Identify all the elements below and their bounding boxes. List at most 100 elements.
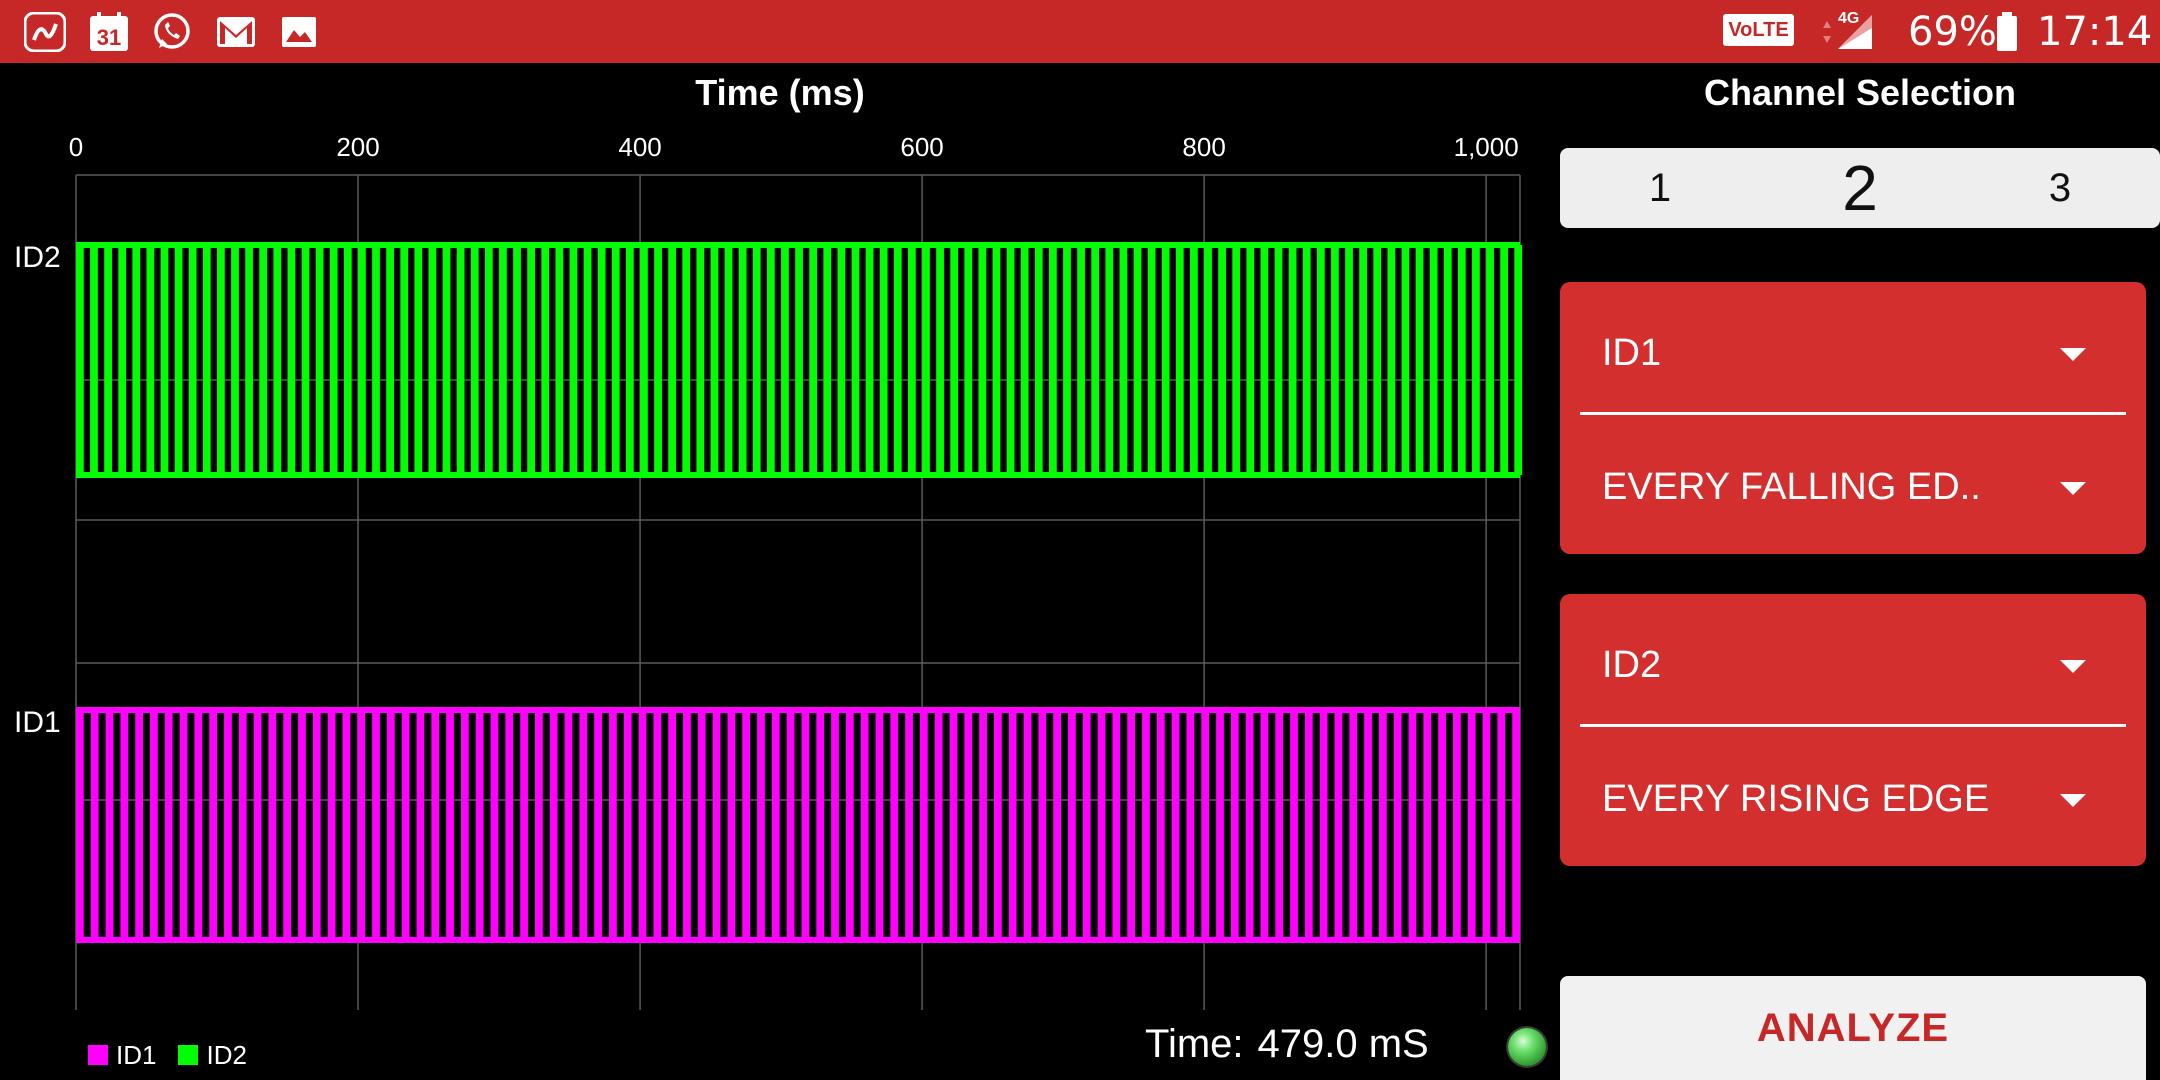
signal-pulse [1467, 710, 1476, 940]
signal-pulse [1127, 710, 1136, 940]
signal-pulse [1364, 710, 1372, 940]
signal-pulse [1359, 245, 1367, 475]
signal-pulse [549, 710, 558, 940]
signal-pulse [555, 245, 564, 475]
signal-pulse [837, 245, 846, 475]
signal-pulse [738, 245, 747, 475]
signal-pulse [146, 245, 155, 475]
signal-pulse [1274, 245, 1283, 475]
channel-card-1: ID1 EVERY FALLING ED.. [1560, 282, 2146, 554]
signal-pulse [816, 710, 825, 940]
gmail-icon [216, 12, 256, 52]
signal-pulse [823, 245, 832, 475]
signal-pulse [890, 710, 899, 940]
signal-pulse [668, 245, 677, 475]
signal-pulse [638, 710, 647, 940]
signal-pulse [1316, 245, 1325, 475]
signal-pulse [287, 245, 296, 475]
signal-pulse [865, 245, 874, 475]
signal-pulse [1175, 245, 1184, 475]
id-dropdown-1[interactable]: ID1 [1560, 304, 2146, 414]
x-tick-label: 200 [336, 132, 379, 162]
signal-pulse [1216, 710, 1224, 940]
signal-pulse [1133, 245, 1142, 475]
signal-pulse [372, 245, 380, 475]
signal-pulse [1423, 710, 1432, 940]
edge-dropdown-1[interactable]: EVERY FALLING ED.. [1560, 438, 2146, 548]
signal-pulse [907, 245, 916, 475]
signal-pulse [1345, 245, 1353, 475]
signal-pulse [1472, 245, 1480, 475]
signal-pulse [683, 710, 691, 940]
signal-pulse [194, 710, 203, 940]
signal-pulse [1112, 710, 1121, 940]
signal-pulse [312, 710, 321, 940]
series-id1 [76, 707, 1520, 943]
signal-pulse [1232, 245, 1241, 475]
signal-pulse [372, 710, 380, 940]
status-bar: 31 VoLTE 4G 69% 17:14 [0, 0, 2160, 63]
signal-pulse [1438, 710, 1446, 940]
edge-dropdown-2[interactable]: EVERY RISING EDGE [1560, 750, 2146, 860]
signal-pulse [535, 710, 543, 940]
id-dropdown-2[interactable]: ID2 [1560, 616, 2146, 726]
signal-pulse [795, 245, 803, 475]
channel-card-2: ID2 EVERY RISING EDGE [1560, 594, 2146, 866]
row-label-id2: ID2 [14, 241, 61, 274]
signal-pulse [470, 245, 479, 475]
time-readout: Time: 479.0 mS [1145, 1022, 1429, 1067]
signal-pulse [579, 710, 588, 940]
signal-pulse [460, 710, 469, 940]
channel-selection-title: Channel Selection [1703, 72, 2017, 113]
signal-pulse [456, 245, 465, 475]
battery-percent: 69% [1908, 9, 1997, 55]
signal-pulse [1038, 710, 1047, 940]
signal-pulse [414, 245, 423, 475]
x-axis-ticks: 0 200 400 600 800 1,000 [69, 132, 1519, 162]
signal-pulse [611, 245, 620, 475]
signal-pulse [1204, 245, 1212, 475]
signal-pulse [490, 710, 499, 940]
chart-series [76, 242, 1523, 943]
x-tick-label: 0 [69, 132, 83, 162]
signal-pulse [569, 245, 578, 475]
signal-pulse [135, 710, 143, 940]
series-id2 [76, 242, 1523, 478]
channel-tab-1[interactable]: 1 [1560, 148, 1760, 228]
signal-pulse [446, 710, 454, 940]
signal-pulse [1147, 245, 1156, 475]
logic-timing-chart[interactable]: 0 200 400 600 800 1,000 ID2 ID1 [0, 110, 1540, 1010]
signal-pulse [238, 710, 247, 940]
volte-indicator: VoLTE [1723, 14, 1794, 46]
signal-pulse [174, 245, 183, 475]
signal-pulse [1063, 245, 1071, 475]
chart-title: Time (ms) [695, 72, 865, 113]
signal-pulse [1049, 245, 1057, 475]
signal-pulse [357, 710, 366, 940]
signal-pulse [431, 710, 440, 940]
signal-pulse [1161, 245, 1170, 475]
channel-tab-2[interactable]: 2 [1760, 148, 1960, 228]
row-labels: ID2 ID1 [14, 241, 61, 739]
calendar-day: 31 [97, 25, 121, 50]
signal-pulse [1020, 245, 1029, 475]
signal-pulse [76, 245, 84, 475]
signal-pulse [1393, 710, 1402, 940]
chart-legend: ID1 ID2 [88, 1040, 247, 1070]
signal-pulse [879, 245, 888, 475]
signal-pulse [283, 710, 292, 940]
signal-pulse [1497, 710, 1506, 940]
signal-pulse [253, 710, 262, 940]
signal-pulse [505, 710, 514, 940]
signal-pulse [209, 710, 218, 940]
signal-pulse [697, 710, 706, 940]
signal-pulse [1246, 245, 1255, 475]
signal-pulse [90, 710, 99, 940]
signal-pulse [1334, 710, 1343, 940]
signal-pulse [273, 245, 282, 475]
signal-pulse [1245, 710, 1254, 940]
analyze-button[interactable]: ANALYZE [1560, 976, 2146, 1080]
signal-pulse [712, 710, 721, 940]
signal-pulse [1443, 245, 1452, 475]
channel-tab-3[interactable]: 3 [1960, 148, 2160, 228]
